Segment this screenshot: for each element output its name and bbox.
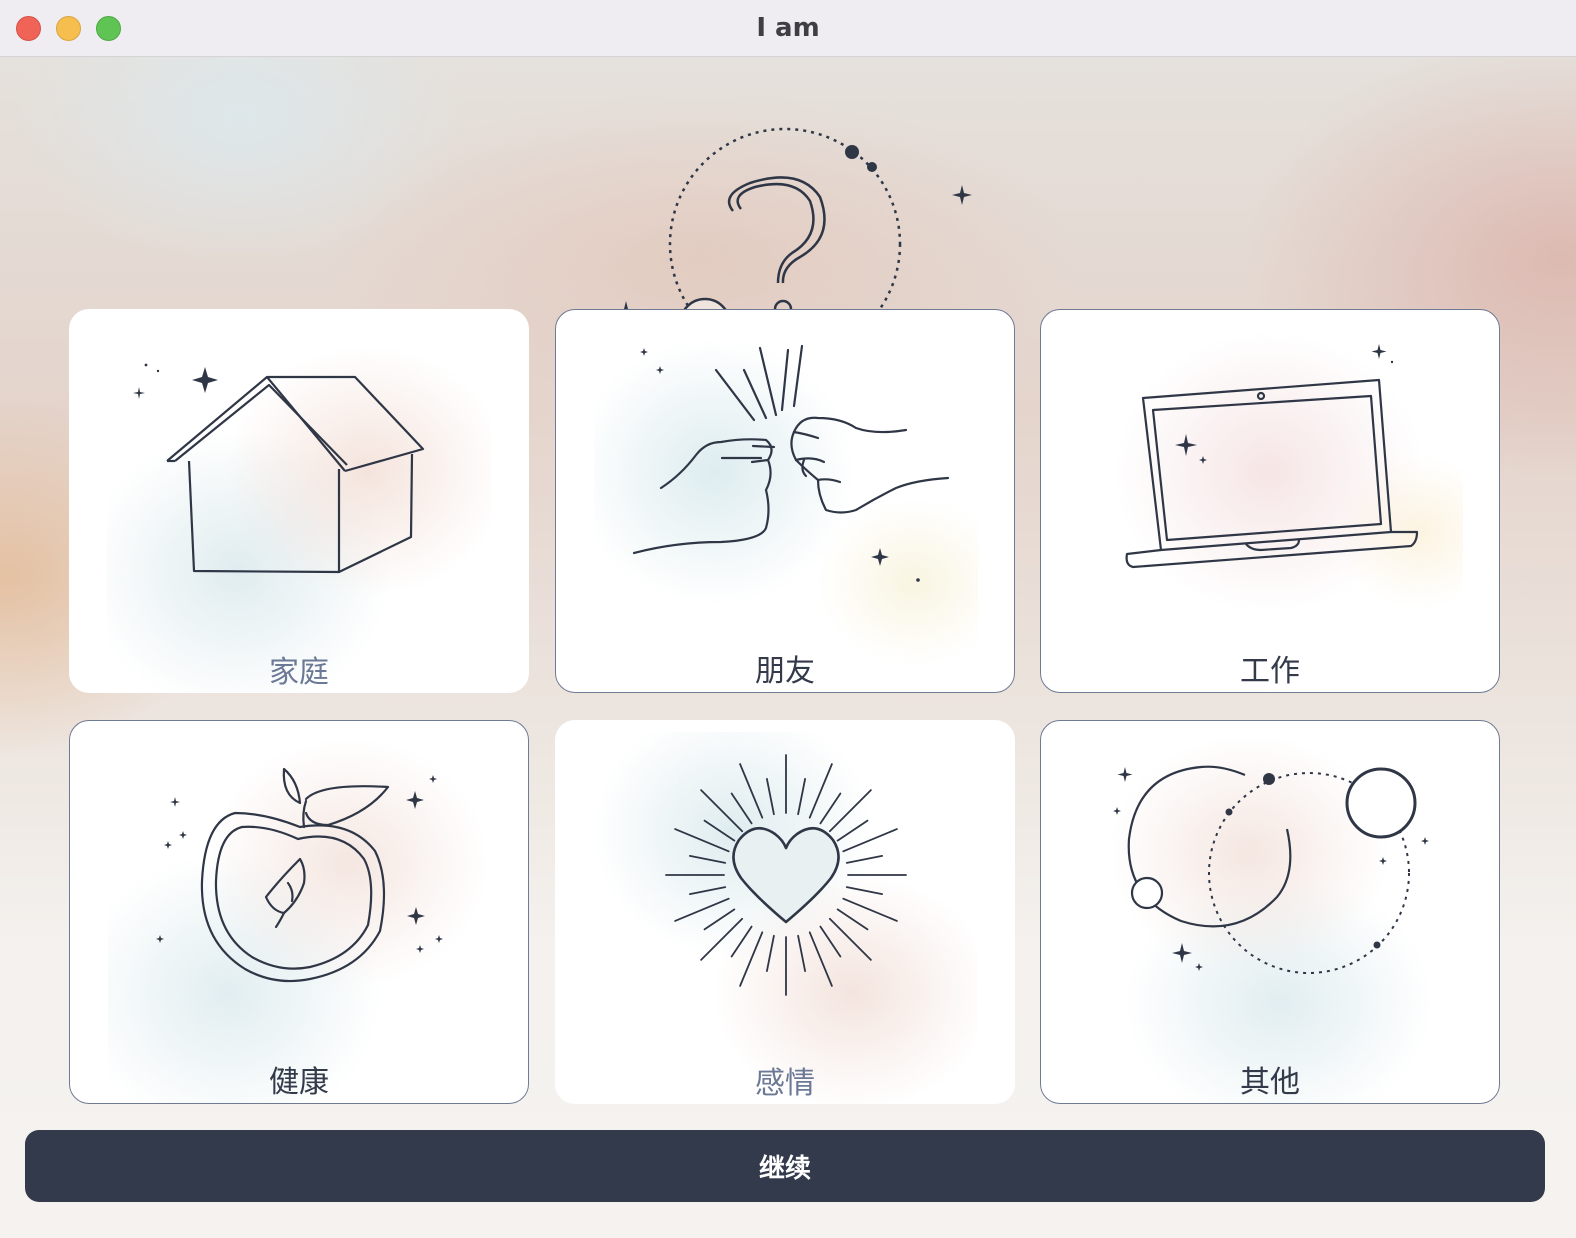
house-icon	[133, 363, 425, 574]
category-label: 健康	[269, 1065, 329, 1100]
sunburst-ray	[828, 917, 872, 961]
sunburst-ray	[836, 819, 869, 842]
category-card-other[interactable]: 其他	[1040, 720, 1500, 1104]
sunburst-ray	[797, 778, 807, 816]
sunburst-ray	[797, 934, 807, 973]
category-label: 家庭	[269, 655, 329, 690]
sunburst-ray	[765, 934, 775, 973]
sunburst-ray	[700, 789, 744, 833]
heart-icon	[665, 754, 907, 996]
close-window-button[interactable]	[16, 16, 41, 41]
title-bar: I am	[0, 0, 1576, 57]
sunburst-ray	[845, 854, 884, 864]
sunburst-ray	[703, 819, 736, 842]
sunburst-ray	[819, 925, 842, 958]
sunburst-ray	[819, 792, 842, 825]
category-card-emotion[interactable]: 感情	[555, 720, 1015, 1104]
laptop-icon	[1125, 344, 1419, 569]
minimize-window-button[interactable]	[56, 16, 81, 41]
category-card-friends[interactable]: 朋友	[555, 309, 1015, 693]
question-mark-icon	[616, 127, 972, 347]
sunburst-ray	[845, 886, 884, 896]
category-label: 感情	[755, 1066, 815, 1101]
fist-bump-icon	[632, 344, 950, 582]
sunburst-ray	[836, 908, 869, 931]
zoom-window-button[interactable]	[96, 16, 121, 41]
window-title: I am	[756, 13, 820, 43]
category-card-health[interactable]: 健康	[69, 720, 529, 1104]
main-content: 家庭 朋友 工作 健康 感情 其他 继续	[0, 57, 1576, 1238]
category-card-work[interactable]: 工作	[1040, 309, 1500, 693]
app-window: I am 家庭 朋友 工作 健康 感情 其他 继续	[0, 0, 1576, 1238]
continue-button[interactable]: 继续	[25, 1130, 1545, 1202]
sunburst-ray	[688, 886, 727, 896]
category-label: 其他	[1240, 1065, 1300, 1100]
apple-icon	[156, 767, 443, 983]
sunburst-ray	[730, 925, 753, 958]
category-card-family[interactable]: 家庭	[69, 309, 529, 693]
sunburst-ray	[688, 854, 727, 864]
sunburst-ray	[703, 908, 736, 931]
sunburst-ray	[730, 792, 753, 825]
sunburst-ray	[700, 917, 744, 961]
orbit-icon	[1113, 765, 1429, 974]
category-label: 工作	[1240, 654, 1300, 689]
category-label: 朋友	[755, 654, 815, 689]
sunburst-ray	[828, 789, 872, 833]
sunburst-ray	[765, 778, 775, 816]
